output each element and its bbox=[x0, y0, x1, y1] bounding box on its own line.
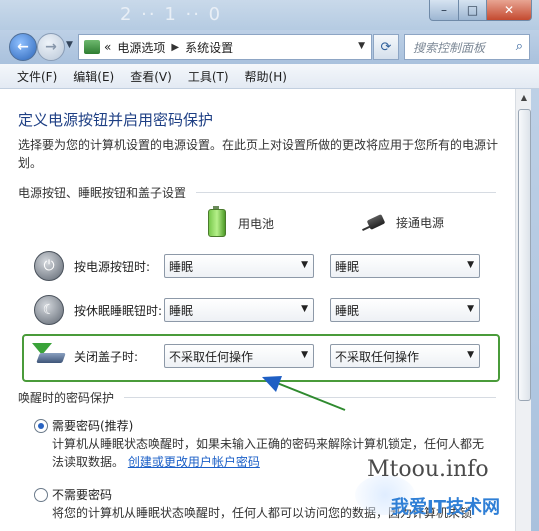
menu-edit[interactable]: 编辑(E) bbox=[73, 68, 114, 85]
arrow-right-icon: → bbox=[45, 39, 57, 55]
dropdown-arrow-icon: ▼ bbox=[467, 304, 474, 314]
site-watermark: Mtoou.info 我爱IT技术网 bbox=[355, 455, 535, 531]
require-password-label[interactable]: 需要密码(推荐) bbox=[52, 417, 133, 434]
menu-help[interactable]: 帮助(H) bbox=[245, 68, 287, 85]
close-lid-row: 关闭盖子时: 不采取任何操作 ▼ 不采取任何操作 ▼ bbox=[32, 341, 494, 373]
no-password-radio[interactable] bbox=[34, 488, 48, 502]
watermark-domain: Mtoou.info bbox=[367, 457, 489, 482]
section-divider bbox=[196, 192, 496, 193]
dropdown-arrow-icon: ▼ bbox=[301, 304, 308, 314]
page-title: 定义电源按钮并启用密码保护 bbox=[18, 111, 214, 129]
plugged-column-header: 接通电源 bbox=[362, 213, 444, 231]
battery-icon bbox=[208, 206, 226, 237]
require-password-radio[interactable] bbox=[34, 419, 48, 433]
power-button-plugged-select[interactable]: 睡眠 ▼ bbox=[330, 254, 480, 278]
close-lid-plugged-select[interactable]: 不采取任何操作 ▼ bbox=[330, 344, 480, 368]
sleep-button-plugged-select[interactable]: 睡眠 ▼ bbox=[330, 298, 480, 322]
address-toolbar: ← → ▼ « 电源选项 ▶ 系统设置 ▼ ⟳ 搜索控制面板 ⌕ bbox=[0, 30, 539, 64]
power-plug-icon bbox=[362, 213, 388, 231]
change-password-link[interactable]: 创建或更改用户帐户密码 bbox=[128, 455, 260, 469]
maximize-button[interactable]: □ bbox=[458, 0, 487, 21]
back-button[interactable]: ← bbox=[9, 33, 37, 61]
breadcrumb-power-options[interactable]: 电源选项 bbox=[117, 39, 165, 56]
power-button-label: 按电源按钮时: bbox=[74, 260, 151, 274]
address-prefix: « bbox=[104, 40, 112, 54]
sleep-button-battery-select[interactable]: 睡眠 ▼ bbox=[164, 298, 314, 322]
laptop-lid-icon bbox=[32, 341, 66, 367]
menu-tools[interactable]: 工具(T) bbox=[188, 68, 229, 85]
scroll-up-icon[interactable]: ▲ bbox=[517, 90, 531, 106]
refresh-icon: ⟳ bbox=[380, 39, 392, 55]
menu-bar: 文件(F) 编辑(E) 查看(V) 工具(T) 帮助(H) bbox=[0, 64, 539, 89]
section-divider bbox=[124, 397, 496, 398]
battery-column-header: 用电池 bbox=[208, 206, 275, 237]
chevron-down-icon[interactable]: ▼ bbox=[358, 41, 365, 51]
battery-label: 用电池 bbox=[238, 216, 275, 231]
menu-view[interactable]: 查看(V) bbox=[130, 68, 172, 85]
sleep-button-row: ☾ 按休眠睡眠钮时: 睡眠 ▼ 睡眠 ▼ bbox=[34, 295, 494, 327]
search-placeholder: 搜索控制面板 bbox=[413, 40, 486, 55]
forward-button[interactable]: → bbox=[37, 33, 65, 61]
menu-file[interactable]: 文件(F) bbox=[17, 68, 57, 85]
breadcrumb-system-settings[interactable]: 系统设置 bbox=[185, 39, 233, 56]
close-lid-label: 关闭盖子时: bbox=[74, 350, 139, 364]
close-lid-battery-select[interactable]: 不采取任何操作 ▼ bbox=[164, 344, 314, 368]
wake-section-heading: 唤醒时的密码保护 bbox=[18, 391, 115, 405]
power-button-battery-select[interactable]: 睡眠 ▼ bbox=[164, 254, 314, 278]
dropdown-arrow-icon: ▼ bbox=[301, 260, 308, 270]
close-button[interactable]: ✕ bbox=[486, 0, 532, 21]
dropdown-arrow-icon: ▼ bbox=[467, 350, 474, 360]
minimize-button[interactable]: – bbox=[429, 0, 459, 21]
select-value: 不采取任何操作 bbox=[335, 349, 420, 364]
scroll-thumb[interactable] bbox=[518, 109, 531, 401]
power-button-row: ⏻ 按电源按钮时: 睡眠 ▼ 睡眠 ▼ bbox=[34, 251, 494, 283]
refresh-button[interactable]: ⟳ bbox=[373, 34, 399, 60]
page-description: 选择要为您的计算机设置的电源设置。在此页上对设置所做的更改将应用于您所有的电源计… bbox=[18, 138, 499, 170]
select-value: 睡眠 bbox=[169, 303, 194, 318]
dropdown-arrow-icon: ▼ bbox=[467, 260, 474, 270]
plugged-label: 接通电源 bbox=[396, 215, 445, 230]
title-bar: 2 ·· 1 ·· 0 – □ ✕ bbox=[0, 0, 539, 30]
select-value: 睡眠 bbox=[169, 259, 194, 274]
search-input[interactable]: 搜索控制面板 ⌕ bbox=[404, 34, 530, 60]
control-panel-icon bbox=[84, 40, 100, 54]
search-icon[interactable]: ⌕ bbox=[516, 39, 523, 54]
arrow-left-icon: ← bbox=[17, 39, 29, 55]
window-title: 2 ·· 1 ·· 0 bbox=[120, 4, 223, 25]
no-password-label[interactable]: 不需要密码 bbox=[52, 486, 112, 503]
sleep-button-label: 按休眠睡眠钮时: bbox=[74, 304, 163, 318]
sleep-moon-icon: ☾ bbox=[34, 295, 64, 325]
dropdown-arrow-icon: ▼ bbox=[301, 350, 308, 360]
history-dropdown-icon[interactable]: ▼ bbox=[66, 40, 73, 50]
power-icon: ⏻ bbox=[34, 251, 64, 281]
power-section-heading: 电源按钮、睡眠按钮和盖子设置 bbox=[18, 186, 187, 200]
select-value: 睡眠 bbox=[335, 303, 360, 318]
select-value: 睡眠 bbox=[335, 259, 360, 274]
select-value: 不采取任何操作 bbox=[169, 349, 254, 364]
address-field[interactable]: « 电源选项 ▶ 系统设置 ▼ bbox=[78, 34, 372, 60]
chevron-right-icon[interactable]: ▶ bbox=[171, 42, 179, 53]
watermark-site-name: 我爱IT技术网 bbox=[391, 497, 500, 518]
